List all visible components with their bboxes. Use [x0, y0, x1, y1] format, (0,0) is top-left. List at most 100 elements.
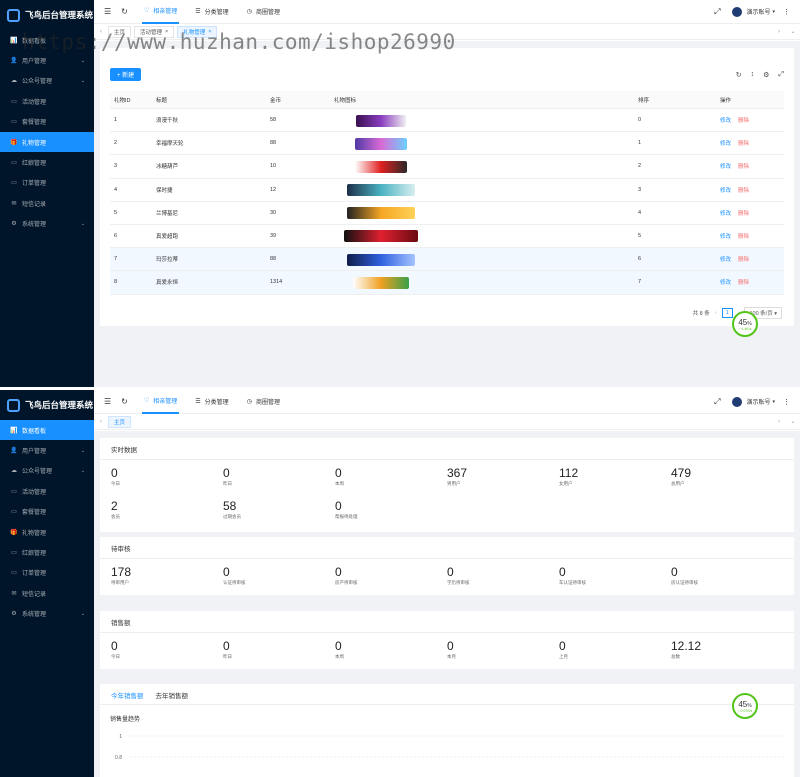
edit-button[interactable]: 修改 — [720, 209, 731, 217]
more-icon[interactable]: ⋮ — [783, 8, 790, 16]
cell-coins: 12 — [270, 186, 277, 193]
sidebar-item-coupon[interactable]: ▭ 红娘管理 — [0, 542, 94, 562]
table-row[interactable]: 6 真爱超跑 39 5 修改 删除 — [110, 225, 784, 249]
sidebar-item-order[interactable]: ▭ 订单管理 — [0, 563, 94, 583]
table-row[interactable]: 5 兰博基尼 30 4 修改 删除 — [110, 202, 784, 225]
new-button[interactable]: + 新建 — [110, 68, 142, 81]
chevron-down-icon[interactable]: ▾ — [772, 9, 775, 15]
sidebar-item-user[interactable]: 👤 用户管理 ⌄ — [0, 440, 94, 460]
delete-button[interactable]: 删除 — [738, 255, 749, 263]
tabs-right-arrow-icon[interactable]: › — [772, 29, 786, 35]
menu-fold-icon[interactable]: ☰ — [104, 397, 111, 406]
top-tab-1[interactable]: ☰ 分类管理 — [193, 0, 230, 24]
edit-button[interactable]: 修改 — [720, 186, 731, 194]
edit-button[interactable]: 修改 — [720, 232, 731, 240]
table-row[interactable]: 1 浪漫千秋 58 0 修改 删除 — [110, 109, 784, 133]
sidebar-item-settings[interactable]: ⚙ 系统管理 ⌄ — [0, 214, 94, 234]
sidebar-item-cloud[interactable]: ☁ 公众号管理 ⌄ — [0, 71, 94, 91]
prev-page-icon[interactable]: ‹ — [715, 310, 717, 316]
edit-button[interactable]: 修改 — [720, 139, 731, 147]
edit-button[interactable]: 修改 — [720, 278, 731, 286]
edit-button[interactable]: 修改 — [720, 116, 731, 124]
sidebar-item-sms[interactable]: ✉ 短信记录 — [0, 193, 94, 213]
top-tab-0[interactable]: ♡ 相亲管理 — [141, 390, 180, 414]
sidebar-item-cloud[interactable]: ☁ 公众号管理 ⌄ — [0, 461, 94, 481]
delete-button[interactable]: 删除 — [738, 139, 749, 147]
app-logo[interactable]: 飞鸟后台管理系统 — [0, 0, 94, 30]
tab-icon: ♡ — [143, 8, 150, 14]
tabs-left-arrow-icon[interactable]: ‹ — [94, 419, 108, 425]
fullscreen-icon[interactable]: ⤢ — [714, 7, 720, 17]
sidebar-item-gift[interactable]: 🎁 礼物管理 — [0, 131, 94, 153]
tabs-dropdown-icon[interactable]: ⌄ — [786, 418, 800, 425]
gift-image — [355, 137, 407, 150]
sales-tabs: 今年销售额 去年销售额 — [111, 690, 188, 705]
sidebar-item-settings[interactable]: ⚙ 系统管理 ⌄ — [0, 604, 94, 624]
sidebar-item-activity[interactable]: ▭ 活动管理 — [0, 481, 94, 501]
table-row[interactable]: 4 保时捷 12 3 修改 删除 — [110, 179, 784, 202]
refresh-icon[interactable]: ↻ — [121, 397, 128, 406]
edit-button[interactable]: 修改 — [720, 162, 731, 170]
page-tab[interactable]: 主页 — [108, 415, 132, 428]
tabs-right-arrow-icon[interactable]: › — [772, 419, 786, 425]
table-row[interactable]: 3 冰糖葫芦 10 2 修改 删除 — [110, 155, 784, 179]
settings-icon[interactable]: ⚙ — [763, 71, 769, 79]
column-header[interactable]: 标题 — [156, 96, 167, 104]
avatar[interactable] — [732, 396, 743, 407]
tabs-dropdown-icon[interactable]: ⌄ — [786, 28, 800, 35]
sidebar-item-gift[interactable]: 🎁 礼物管理 — [0, 522, 94, 542]
delete-button[interactable]: 删除 — [738, 116, 749, 124]
fullscreen-icon[interactable]: ⤢ — [714, 397, 720, 407]
more-icon[interactable]: ⋮ — [783, 398, 790, 406]
table-row[interactable]: 8 真爱永恒 1314 7 修改 删除 — [110, 271, 784, 295]
top-tab-0[interactable]: ♡ 相亲管理 — [141, 0, 180, 24]
chevron-down-icon[interactable]: ▾ — [772, 399, 775, 405]
user-name[interactable]: 演示账号 — [746, 7, 770, 16]
menu-fold-icon[interactable]: ☰ — [104, 7, 111, 16]
sidebar-item-label: 公众号管理 — [22, 469, 53, 476]
order-icon: ▭ — [11, 570, 17, 577]
column-header[interactable]: 排序 — [638, 96, 649, 104]
column-header[interactable]: 礼物ID — [114, 96, 131, 104]
top-tab-1[interactable]: ☰ 分类管理 — [193, 390, 230, 414]
delete-button[interactable]: 删除 — [738, 186, 749, 194]
column-header[interactable]: 操作 — [720, 96, 731, 104]
sidebar-item-sms[interactable]: ✉ 短信记录 — [0, 583, 94, 603]
sidebar-item-activity[interactable]: ▭ 活动管理 — [0, 91, 94, 111]
logo-icon — [7, 8, 20, 22]
table-row[interactable]: 2 幸福摩天轮 88 1 修改 删除 — [110, 132, 784, 156]
stat-item: 0 今日 — [111, 466, 223, 487]
density-icon[interactable]: ↕ — [751, 71, 755, 79]
sidebar-item-label: 短信记录 — [22, 201, 47, 208]
sms-icon: ✉ — [11, 200, 17, 207]
top-tab-2[interactable]: ◷ 商圈管理 — [245, 390, 282, 414]
avatar[interactable] — [732, 6, 743, 17]
refresh-icon[interactable]: ↻ — [121, 7, 128, 16]
fullscreen-icon[interactable]: ⤢ — [778, 71, 784, 79]
app-logo[interactable]: 飞鸟后台管理系统 — [0, 390, 94, 420]
delete-button[interactable]: 删除 — [738, 162, 749, 170]
pending-section: 待审核 178 待审用户 0 认证待审核 0 房产待审核 0 学历待审核 0 车认证待审核 0 房认证… — [100, 537, 794, 595]
sales-tab[interactable]: 去年销售额 — [156, 690, 189, 705]
edit-button[interactable]: 修改 — [720, 255, 731, 263]
stat-item: 0 本周 — [335, 466, 447, 487]
sales-tab[interactable]: 今年销售额 — [111, 690, 144, 705]
delete-button[interactable]: 删除 — [738, 232, 749, 240]
table-row[interactable]: 7 玛莎拉蒂 88 6 修改 删除 — [110, 248, 784, 272]
reload-icon[interactable]: ↻ — [736, 71, 742, 79]
sidebar-item-chart[interactable]: 📊 数据看板 — [0, 420, 94, 441]
delete-button[interactable]: 删除 — [738, 278, 749, 286]
top-tab-2[interactable]: ◷ 商圈管理 — [245, 0, 282, 24]
sidebar-item-order[interactable]: ▭ 订单管理 — [0, 173, 94, 193]
sidebar-item-package[interactable]: ▭ 套餐管理 — [0, 502, 94, 522]
sidebar-item-coupon[interactable]: ▭ 红娘管理 — [0, 152, 94, 172]
sidebar-item-package[interactable]: ▭ 套餐管理 — [0, 112, 94, 132]
stat-value: 0 — [111, 466, 118, 480]
column-header[interactable]: 金币 — [270, 96, 281, 104]
column-header[interactable]: 礼物图标 — [334, 96, 356, 104]
delete-button[interactable]: 删除 — [738, 209, 749, 217]
cell-coins: 39 — [270, 233, 277, 240]
user-name[interactable]: 演示账号 — [746, 397, 770, 406]
page-number[interactable]: 1 — [721, 308, 733, 318]
sidebar-item-label: 活动管理 — [22, 99, 47, 106]
